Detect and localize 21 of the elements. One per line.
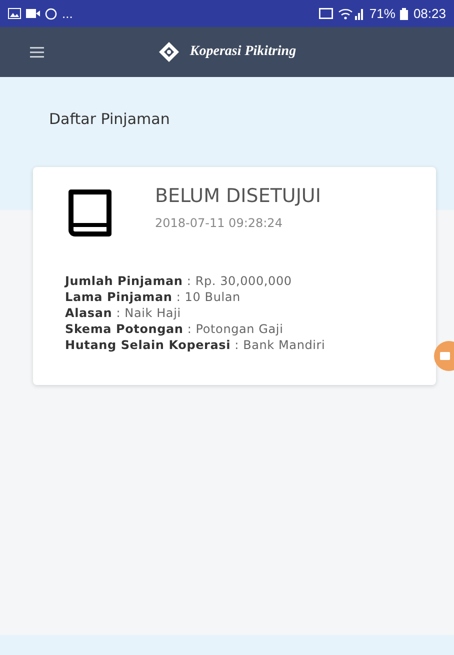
loan-detail: Alasan : Naik Haji: [65, 305, 182, 321]
loan-detail: Hutang Selain Koperasi : Bank Mandiri: [65, 337, 326, 353]
logo-icon: [158, 41, 180, 63]
gallery-icon: [8, 8, 21, 19]
loan-detail: Lama Pinjaman : 10 Bulan: [65, 289, 242, 305]
battery-percent: 71%: [369, 6, 396, 21]
wifi-signal-icon: [338, 8, 364, 20]
clock: 08:23: [413, 6, 446, 21]
loan-detail: Jumlah Pinjaman : Rp. 30,000,000: [65, 273, 293, 289]
video-icon: [26, 9, 40, 18]
app-title: Koperasi Pikitring: [190, 44, 296, 60]
loan-detail: Skema Potongan : Potongan Gaji: [65, 321, 284, 337]
cast-icon: [319, 8, 334, 19]
loan-card[interactable]: BELUM DISETUJUI 2018-07-11 09:28:24 Jumlah Pinjaman : Rp. 30,000,000 Lama Pinjaman : 10 Bulan Alasan : Naik Haji Skema Potongan : Potongan Gaji Hutang Selain Koperasi : Bank Mandiri: [33, 167, 436, 385]
notification-overflow: ...: [62, 6, 73, 21]
chat-icon: [45, 8, 57, 20]
page-title: Daftar Pinjaman: [49, 110, 170, 128]
loan-status: BELUM DISETUJUI: [155, 185, 321, 207]
battery-icon: [400, 8, 408, 20]
menu-icon[interactable]: [30, 46, 44, 58]
loan-date: 2018-07-11 09:28:24: [155, 216, 284, 230]
